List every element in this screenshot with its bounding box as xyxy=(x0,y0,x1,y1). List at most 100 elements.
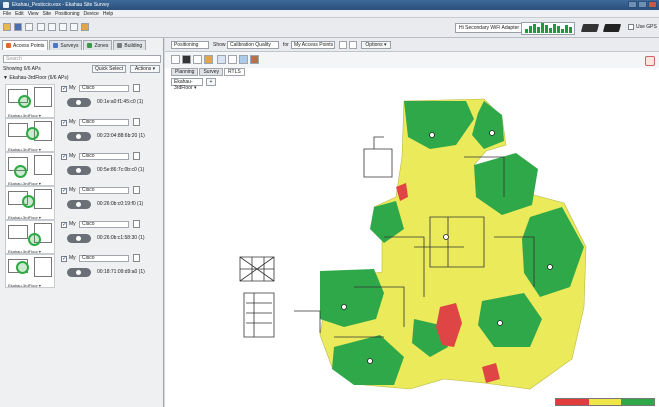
tab-planning[interactable]: Planning xyxy=(171,68,199,76)
ap-my-label: My xyxy=(69,221,76,227)
left-panel-tabs: Access Points Surveys Zones Building xyxy=(0,40,164,52)
ap-floor-thumbnail: Ekahau-3rdFloor ▾ xyxy=(5,254,55,288)
tab-survey[interactable]: Survey xyxy=(199,68,224,76)
grid-icon[interactable] xyxy=(25,23,33,31)
ap-radio-toggle[interactable] xyxy=(67,132,91,141)
lock-tool-icon[interactable] xyxy=(250,55,259,64)
ap-enabled-checkbox[interactable] xyxy=(61,221,67,228)
for-label: for xyxy=(283,42,289,48)
spectrum-analyzer-device-icon[interactable] xyxy=(602,24,622,32)
ap-list-item[interactable]: Ekahau-3rdFloor ▾ My Cisco 00:18:71:09:d… xyxy=(5,254,155,288)
menu-view[interactable]: View xyxy=(28,11,39,17)
tab-zones[interactable]: Zones xyxy=(83,40,113,50)
ap-list-item[interactable]: Ekahau-3rdFloor ▾ My Cisco 00:26:0b:c0:1… xyxy=(5,186,155,220)
image-icon[interactable] xyxy=(81,23,89,31)
ap-vendor-field[interactable]: Cisco xyxy=(79,221,129,228)
zoom-in-icon[interactable] xyxy=(59,23,67,31)
ap-edit-icon[interactable] xyxy=(133,152,140,160)
ap-coverage-icon xyxy=(14,165,27,178)
map-settings-icon[interactable] xyxy=(645,56,655,66)
wall-tool-icon[interactable] xyxy=(182,55,191,64)
use-gps-checkbox[interactable] xyxy=(628,24,634,30)
wifi-adapter-device-icon[interactable] xyxy=(580,24,600,32)
tab-building[interactable]: Building xyxy=(113,40,147,50)
save-icon[interactable] xyxy=(14,23,22,31)
pointer-icon[interactable] xyxy=(37,23,45,31)
ap-list-item[interactable]: Ekahau-3rdFloor ▾ My Cisco 00:23:04:88:6… xyxy=(5,118,155,152)
use-gps-toggle[interactable]: Use GPS xyxy=(628,24,657,30)
ap-list-item[interactable]: Ekahau-3rdFloor ▾ My Cisco 00:1e:a0:f1:4… xyxy=(5,84,155,118)
ap-vendor-field[interactable]: Cisco xyxy=(79,187,129,194)
tab-surveys[interactable]: Surveys xyxy=(49,40,83,50)
show-label: Show xyxy=(213,42,226,48)
menu-help[interactable]: Help xyxy=(103,11,113,17)
coverage-green-area xyxy=(320,269,384,327)
ap-edit-icon[interactable] xyxy=(133,220,140,228)
minimize-button[interactable] xyxy=(628,1,637,8)
menu-edit[interactable]: Edit xyxy=(15,11,24,17)
ap-vendor-field[interactable]: Cisco xyxy=(79,119,129,126)
tab-rtls[interactable]: RTLS xyxy=(224,68,245,76)
ap-vendor-field[interactable]: Cisco xyxy=(79,255,129,262)
ap-edit-icon[interactable] xyxy=(133,254,140,262)
menu-file[interactable]: File xyxy=(3,11,11,17)
ap-list-item[interactable]: Ekahau-3rdFloor ▾ My Cisco 00:26:0b:c1:5… xyxy=(5,220,155,254)
ap-enabled-checkbox[interactable] xyxy=(61,153,67,160)
menu-positioning[interactable]: Positioning xyxy=(55,11,79,17)
refresh-icon[interactable] xyxy=(339,41,347,49)
ap-enabled-checkbox[interactable] xyxy=(61,85,67,92)
visualization-dropdown[interactable]: Calibration Quality xyxy=(227,41,279,49)
tab-access-points[interactable]: Access Points xyxy=(2,40,49,50)
ap-edit-icon[interactable] xyxy=(133,186,140,194)
ap-list-item[interactable]: Ekahau-3rdFloor ▾ My Cisco 00:5e:86:7c:0… xyxy=(5,152,155,186)
layers-icon[interactable] xyxy=(349,41,357,49)
ap-marker xyxy=(489,130,495,136)
showing-count: Showing 6/6 APs xyxy=(3,66,41,72)
ap-radio-toggle[interactable] xyxy=(67,98,91,107)
ap-radio-toggle[interactable] xyxy=(67,166,91,175)
ap-radio-toggle[interactable] xyxy=(67,268,91,277)
menu-site[interactable]: Site xyxy=(42,11,51,17)
ap-edit-icon[interactable] xyxy=(133,84,140,92)
ap-enabled-checkbox[interactable] xyxy=(61,255,67,262)
ap-vendor-field[interactable]: Cisco xyxy=(79,153,129,160)
window-controls xyxy=(628,1,657,8)
options-button[interactable]: Options ▾ xyxy=(361,41,391,49)
ap-my-label: My xyxy=(69,153,76,159)
ap-tool-icon[interactable] xyxy=(204,55,213,64)
maximize-button[interactable] xyxy=(638,1,647,8)
floor-plan-heatmap[interactable] xyxy=(234,97,590,392)
menu-device[interactable]: Device xyxy=(84,11,99,17)
floor-tree-node[interactable]: ▼ Ekahau-3rdFloor (6/6 APs) xyxy=(3,75,69,81)
select-icon[interactable] xyxy=(48,23,56,31)
positioning-dropdown[interactable]: Positioning xyxy=(171,41,209,49)
eraser-tool-icon[interactable] xyxy=(228,55,237,64)
open-folder-icon[interactable] xyxy=(3,23,11,31)
select-tool-icon[interactable] xyxy=(171,55,180,64)
measure-tool-icon[interactable] xyxy=(239,55,248,64)
ap-coverage-icon xyxy=(26,127,39,140)
zone-tool-icon[interactable] xyxy=(217,55,226,64)
ap-floor-label: Ekahau-3rdFloor ▾ xyxy=(8,283,41,288)
zoom-out-icon[interactable] xyxy=(70,23,78,31)
add-floor-button[interactable]: + xyxy=(206,78,216,86)
close-button[interactable] xyxy=(648,1,657,8)
ap-radio-toggle[interactable] xyxy=(67,234,91,243)
ap-mac-address: 00:23:04:88:6b:20 (1) xyxy=(97,133,145,139)
ap-my-label: My xyxy=(69,187,76,193)
tab-building-label: Building xyxy=(124,42,143,49)
ap-coverage-icon xyxy=(18,95,31,108)
floor-dropdown[interactable]: Ekahau-3rdFloor ▾ xyxy=(171,78,203,91)
ap-vendor-field[interactable]: Cisco xyxy=(79,85,129,92)
quick-select-button[interactable]: Quick Select xyxy=(92,65,126,73)
pencil-tool-icon[interactable] xyxy=(193,55,202,64)
actions-button[interactable]: Actions ▾ xyxy=(130,65,160,73)
ap-filter-dropdown[interactable]: My Access Points xyxy=(291,41,335,49)
ap-enabled-checkbox[interactable] xyxy=(61,119,67,126)
access-point-icon xyxy=(6,43,11,48)
ap-radio-toggle[interactable] xyxy=(67,200,91,209)
ap-enabled-checkbox[interactable] xyxy=(61,187,67,194)
ap-marker xyxy=(367,358,373,364)
ap-edit-icon[interactable] xyxy=(133,118,140,126)
search-input[interactable]: Search xyxy=(3,55,161,63)
